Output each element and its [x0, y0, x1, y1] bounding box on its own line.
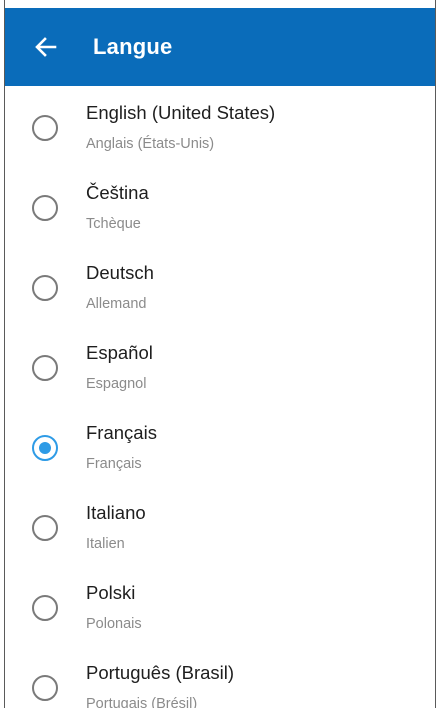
language-name: English (United States): [86, 102, 276, 123]
radio-button[interactable]: [32, 595, 58, 621]
language-translation: Espagnol: [86, 376, 147, 392]
language-translation: Italien: [86, 536, 125, 552]
radio-button[interactable]: [32, 275, 58, 301]
language-list: English (United States) Anglais (États-U…: [5, 86, 435, 708]
language-option-french[interactable]: Français Français: [5, 406, 435, 486]
language-option-spanish[interactable]: Español Espagnol: [5, 326, 435, 406]
language-option-portuguese-brazil[interactable]: Português (Brasil) Portugais (Brésil): [5, 646, 435, 708]
radio-button[interactable]: [32, 515, 58, 541]
radio-button-selected[interactable]: [32, 435, 58, 461]
language-translation: Polonais: [86, 616, 142, 632]
radio-button[interactable]: [32, 355, 58, 381]
language-translation: Allemand: [86, 296, 147, 312]
language-translation: Portugais (Brésil): [86, 696, 198, 708]
language-translation: Français: [86, 456, 142, 472]
language-translation: Tchèque: [86, 216, 141, 232]
app-bar: Langue: [5, 8, 435, 86]
language-translation: Anglais (États-Unis): [86, 136, 215, 152]
language-name: Čeština: [86, 182, 149, 203]
language-option-german[interactable]: Deutsch Allemand: [5, 246, 435, 326]
radio-button[interactable]: [32, 675, 58, 701]
status-strip: [5, 0, 435, 8]
language-name: Español: [86, 342, 153, 363]
language-name: Italiano: [86, 502, 146, 523]
page-title: Langue: [93, 34, 173, 59]
language-name: Français: [86, 422, 157, 443]
language-option-english-us[interactable]: English (United States) Anglais (États-U…: [5, 86, 435, 166]
language-name: Polski: [86, 582, 136, 603]
language-option-czech[interactable]: Čeština Tchèque: [5, 166, 435, 246]
language-settings-screen: Langue English (United States) Anglais (…: [0, 0, 438, 708]
language-name: Português (Brasil): [86, 662, 235, 683]
language-option-italian[interactable]: Italiano Italien: [5, 486, 435, 566]
language-name: Deutsch: [86, 262, 154, 283]
back-button[interactable]: [23, 24, 69, 70]
radio-button[interactable]: [32, 115, 58, 141]
language-option-polish[interactable]: Polski Polonais: [5, 566, 435, 646]
arrow-left-icon: [35, 37, 57, 57]
radio-button[interactable]: [32, 195, 58, 221]
